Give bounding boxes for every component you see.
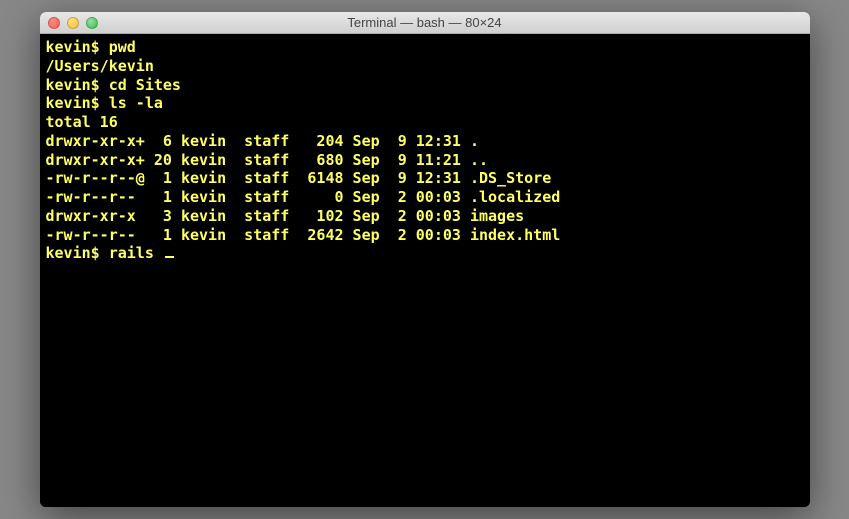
command-text: ls -la	[100, 94, 163, 112]
terminal-line: -rw-r--r--@ 1 kevin staff 6148 Sep 9 12:…	[46, 169, 804, 188]
output-text: drwxr-xr-x+ 6 kevin staff 204 Sep 9 12:3…	[46, 132, 479, 150]
terminal-line: kevin$ pwd	[46, 38, 804, 57]
terminal-line: total 16	[46, 113, 804, 132]
prompt: kevin$	[46, 38, 100, 56]
command-text: pwd	[100, 38, 136, 56]
output-text: -rw-r--r--@ 1 kevin staff 6148 Sep 9 12:…	[46, 169, 552, 187]
terminal-current-line[interactable]: kevin$ rails	[46, 244, 804, 263]
minimize-icon[interactable]	[67, 17, 79, 29]
output-text: drwxr-xr-x 3 kevin staff 102 Sep 2 00:03…	[46, 207, 525, 225]
window-title: Terminal — bash — 80×24	[40, 15, 810, 30]
output-text: /Users/kevin	[46, 57, 154, 75]
command-text: cd Sites	[100, 76, 181, 94]
terminal-line: drwxr-xr-x+ 6 kevin staff 204 Sep 9 12:3…	[46, 132, 804, 151]
output-text: -rw-r--r-- 1 kevin staff 2642 Sep 2 00:0…	[46, 226, 561, 244]
terminal-line: drwxr-xr-x+ 20 kevin staff 680 Sep 9 11:…	[46, 151, 804, 170]
terminal-line: kevin$ cd Sites	[46, 76, 804, 95]
prompt: kevin$	[46, 94, 100, 112]
cursor-icon	[165, 256, 174, 258]
command-input[interactable]: rails	[100, 244, 163, 262]
terminal-line: /Users/kevin	[46, 57, 804, 76]
output-text: -rw-r--r-- 1 kevin staff 0 Sep 2 00:03 .…	[46, 188, 561, 206]
output-text: drwxr-xr-x+ 20 kevin staff 680 Sep 9 11:…	[46, 151, 489, 169]
terminal-line: drwxr-xr-x 3 kevin staff 102 Sep 2 00:03…	[46, 207, 804, 226]
titlebar[interactable]: Terminal — bash — 80×24	[40, 12, 810, 34]
prompt: kevin$	[46, 76, 100, 94]
terminal-line: -rw-r--r-- 1 kevin staff 2642 Sep 2 00:0…	[46, 226, 804, 245]
terminal-window: Terminal — bash — 80×24 kevin$ pwd/Users…	[40, 12, 810, 507]
prompt: kevin$	[46, 244, 100, 262]
maximize-icon[interactable]	[86, 17, 98, 29]
terminal-body[interactable]: kevin$ pwd/Users/kevinkevin$ cd Siteskev…	[40, 34, 810, 507]
terminal-line: -rw-r--r-- 1 kevin staff 0 Sep 2 00:03 .…	[46, 188, 804, 207]
output-text: total 16	[46, 113, 118, 131]
traffic-lights	[48, 17, 98, 29]
terminal-line: kevin$ ls -la	[46, 94, 804, 113]
close-icon[interactable]	[48, 17, 60, 29]
